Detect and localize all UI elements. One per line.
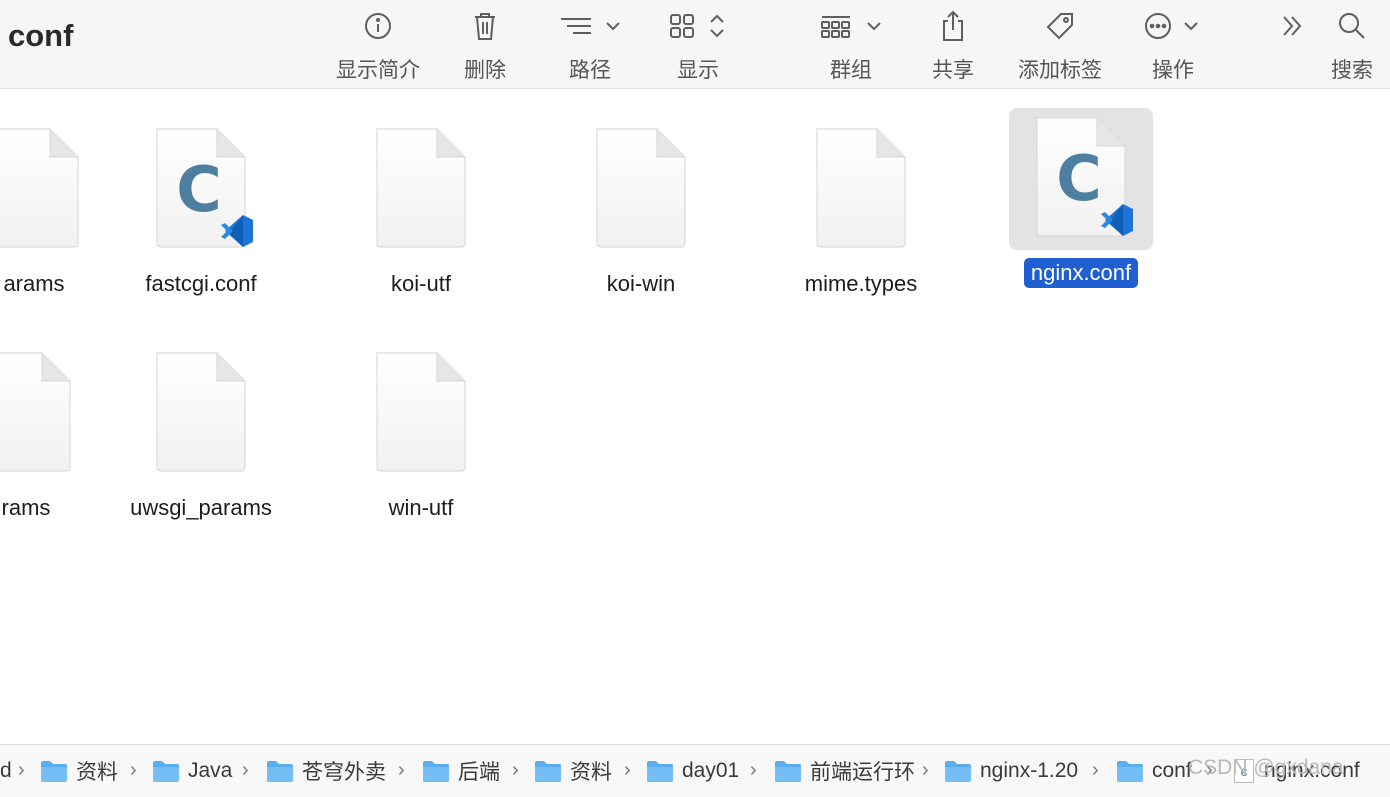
svg-text:C: C	[176, 153, 222, 226]
folder-icon	[267, 761, 293, 782]
folder-icon	[535, 761, 561, 782]
path-item[interactable]: 后端	[422, 757, 500, 785]
file-name: win-utf	[388, 495, 454, 520]
path-item[interactable]: 资料	[534, 757, 612, 785]
path-separator-icon: ›	[750, 759, 757, 781]
path-separator-icon: ›	[512, 759, 519, 781]
file-name: fastcgi.conf	[145, 271, 257, 296]
more-actions-icon	[1140, 8, 1206, 44]
blank-doc-icon	[349, 343, 493, 485]
file-name: mime.types	[804, 271, 918, 296]
view-button[interactable]: 显示	[665, 8, 731, 84]
blank-doc-icon	[0, 343, 98, 485]
folder-icon	[41, 761, 67, 782]
folder-icon	[1117, 761, 1143, 782]
get-info-button[interactable]: 显示简介	[330, 8, 426, 84]
file-name: arams	[3, 271, 65, 296]
path-item-label: 后端	[458, 761, 500, 784]
path-item[interactable]: Java	[152, 757, 232, 785]
path-separator-icon: ›	[1092, 759, 1099, 781]
share-icon	[925, 8, 981, 44]
path-separator-icon: ›	[922, 759, 929, 781]
path-item-label: 前端运行环	[810, 761, 915, 784]
path-item-label: 苍穹外卖	[302, 761, 386, 784]
info-icon	[330, 8, 426, 44]
blank-doc-icon	[0, 119, 106, 261]
group-icon	[816, 8, 886, 44]
blank-doc-icon	[569, 119, 713, 261]
double-chevron-right-icon	[1272, 8, 1312, 44]
watermark: CSDN @gxdana	[1188, 756, 1344, 779]
path-item-label: day01	[682, 759, 740, 782]
search-label: 搜索	[1331, 59, 1373, 82]
group-label: 群组	[830, 59, 872, 82]
path-separator-icon: ›	[398, 759, 405, 781]
path-item[interactable]: d	[0, 757, 12, 785]
path-button[interactable]: 路径	[555, 8, 625, 84]
folder-icon	[423, 761, 449, 782]
path-item-label: d	[0, 759, 12, 782]
path-item-label: conf	[1152, 759, 1192, 782]
vscode-c-doc-icon: C	[129, 119, 273, 261]
path-bar: d › 资料 › Java › 苍穹外卖 › 后端 › 资料 › day01 ›…	[0, 744, 1390, 797]
path-item[interactable]: 资料	[40, 757, 118, 785]
folder-icon	[945, 761, 971, 782]
file-name: koi-utf	[391, 271, 451, 296]
action-button[interactable]: 操作	[1140, 8, 1206, 84]
path-item-label: 资料	[570, 761, 612, 784]
trash-icon	[455, 8, 515, 44]
path-item[interactable]: 苍穹外卖	[266, 757, 386, 785]
path-separator-icon: ›	[18, 759, 25, 781]
overflow-button[interactable]	[1272, 8, 1312, 84]
path-item[interactable]: conf	[1116, 757, 1192, 785]
group-button[interactable]: 群组	[816, 8, 886, 84]
window-title: conf	[8, 18, 74, 53]
blank-doc-icon	[349, 119, 493, 261]
folder-icon	[647, 761, 673, 782]
file-name: koi-win	[606, 271, 676, 296]
path-separator-icon: ›	[130, 759, 137, 781]
vscode-c-doc-icon: C	[1009, 108, 1153, 250]
path-separator-icon: ›	[624, 759, 631, 781]
path-item[interactable]: nginx-1.20	[944, 757, 1092, 785]
toolbar: conf 显示简介 删除 路径 显示 群组 共享 添加标签 操作 搜索	[0, 0, 1390, 89]
file-browser-content: arams C fastcgi.conf koi-utf koi-win mim…	[0, 89, 1390, 744]
action-label: 操作	[1152, 59, 1194, 82]
blank-doc-icon	[789, 119, 933, 261]
search-button[interactable]: 搜索	[1326, 8, 1378, 84]
folder-icon	[775, 761, 801, 782]
search-icon	[1326, 8, 1378, 44]
file-name: uwsgi_params	[130, 495, 272, 520]
delete-label: 删除	[464, 59, 506, 82]
file-name: nginx.conf	[1023, 258, 1139, 288]
add-tags-label: 添加标签	[1018, 59, 1102, 82]
path-list-icon	[555, 8, 625, 44]
delete-button[interactable]: 删除	[455, 8, 515, 84]
path-item-label: nginx-1.20	[980, 759, 1079, 782]
path-item[interactable]: day01	[646, 757, 739, 785]
get-info-label: 显示简介	[336, 59, 420, 82]
path-separator-icon: ›	[242, 759, 249, 781]
view-label: 显示	[677, 59, 719, 82]
path-label: 路径	[569, 59, 611, 82]
path-item[interactable]: 前端运行环	[774, 757, 922, 785]
share-button[interactable]: 共享	[925, 8, 981, 84]
svg-text:C: C	[1056, 142, 1102, 215]
grid-view-icon	[665, 8, 731, 44]
path-item-label: Java	[188, 759, 233, 782]
tag-icon	[1012, 8, 1108, 44]
folder-icon	[153, 761, 179, 782]
file-name: rams	[1, 495, 51, 520]
add-tags-button[interactable]: 添加标签	[1012, 8, 1108, 84]
share-label: 共享	[932, 59, 974, 82]
blank-doc-icon	[129, 343, 273, 485]
path-item-label: 资料	[76, 761, 118, 784]
